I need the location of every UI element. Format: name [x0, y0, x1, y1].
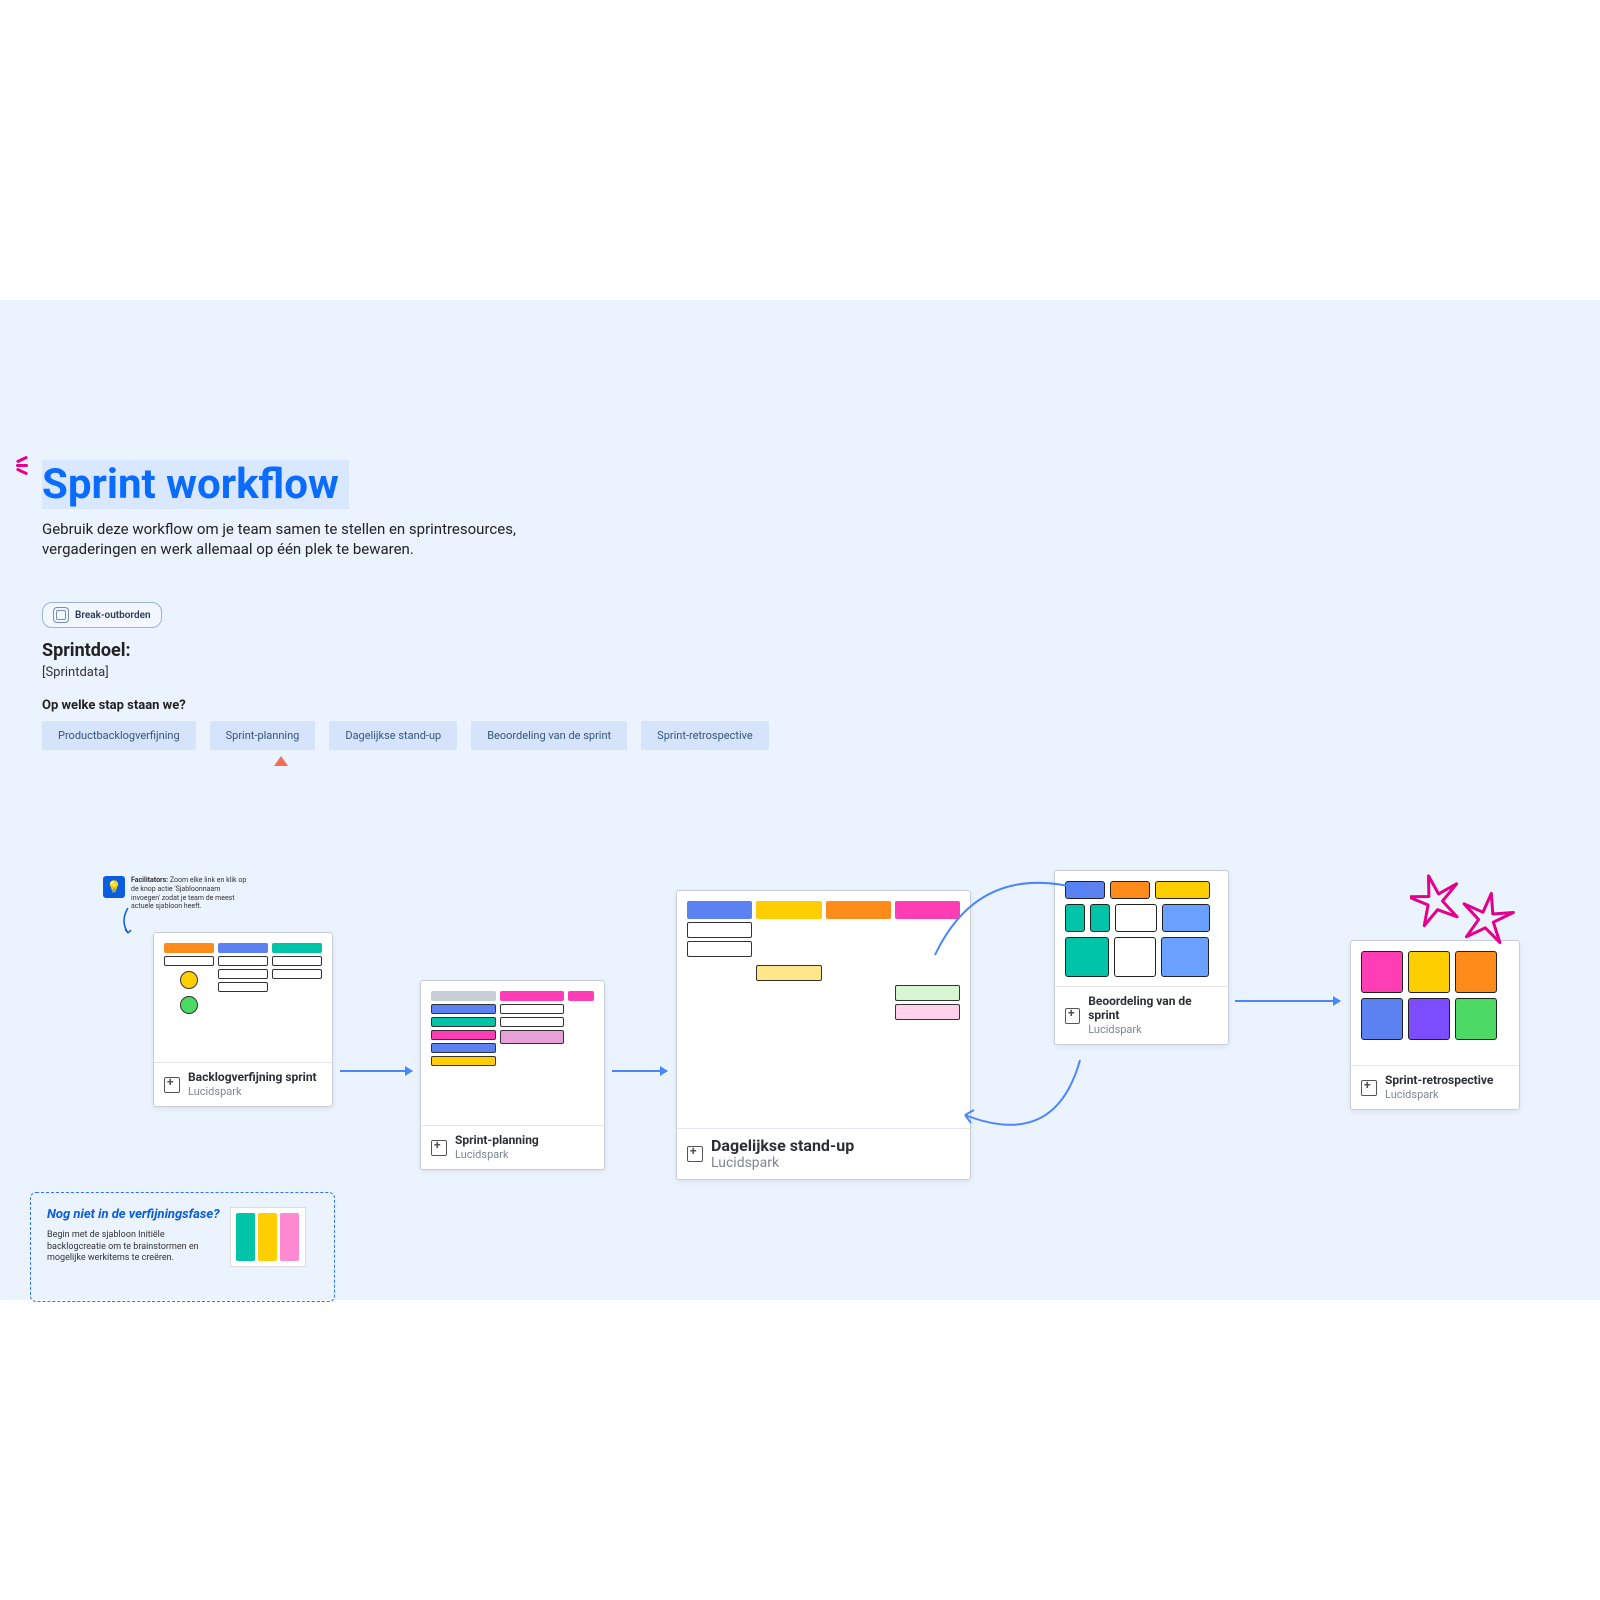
insert-template-icon	[687, 1146, 703, 1162]
arrow-planning-to-standup-icon	[612, 1070, 667, 1072]
title-accent-icon	[16, 455, 28, 476]
insert-template-icon	[431, 1140, 447, 1156]
page-title: Sprint workflow	[42, 460, 349, 509]
card-retro-name: Sprint-retrospective	[1385, 1074, 1493, 1088]
step-chip-standup[interactable]: Dagelijkse stand-up	[329, 721, 457, 750]
page-subtitle: Gebruik deze workflow om je team samen t…	[42, 519, 522, 560]
insert-template-icon	[1065, 1008, 1080, 1024]
step-heading: Op welke stap staan we?	[42, 698, 769, 713]
note-arrow-icon	[118, 906, 138, 936]
card-standup-name: Dagelijkse stand-up	[711, 1137, 854, 1155]
card-standup-vendor: Lucidspark	[711, 1155, 854, 1171]
card-planning[interactable]: Sprint-planning Lucidspark	[420, 980, 605, 1170]
side-box-title: Nog niet in de verfijningsfase?	[47, 1207, 220, 1222]
arrow-standup-to-review-icon	[920, 855, 1100, 975]
current-step-marker-icon	[274, 756, 288, 766]
lightbulb-icon: 💡	[103, 876, 125, 898]
card-backlog-vendor: Lucidspark	[188, 1085, 317, 1098]
step-chip-planning[interactable]: Sprint-planning	[210, 721, 316, 750]
card-retro-vendor: Lucidspark	[1385, 1088, 1493, 1101]
boards-icon	[53, 607, 69, 623]
card-backlog-thumb	[154, 933, 332, 1062]
breakout-label: Break-outborden	[75, 610, 151, 621]
side-box-mini-thumb	[230, 1207, 306, 1267]
workflow-canvas: Sprint workflow Gebruik deze workflow om…	[0, 300, 1600, 1300]
step-chip-row: Productbacklogverfijning Sprint-planning…	[42, 721, 769, 750]
not-refining-yet-box: Nog niet in de verfijningsfase? Begin me…	[30, 1192, 335, 1302]
sprint-goal-heading: Sprintdoel:	[42, 640, 131, 661]
insert-template-icon	[164, 1077, 180, 1093]
card-review-name: Beoordeling van de sprint	[1088, 995, 1218, 1023]
arrow-review-to-standup-icon	[955, 1055, 1095, 1165]
card-backlog-name: Backlogverfijning sprint	[188, 1071, 317, 1085]
arrow-backlog-to-planning-icon	[340, 1070, 412, 1072]
card-backlog[interactable]: Backlogverfijning sprint Lucidspark	[153, 932, 333, 1107]
card-retro-thumb	[1351, 941, 1519, 1065]
step-chip-backlog[interactable]: Productbacklogverfijning	[42, 721, 196, 750]
card-retro[interactable]: Sprint-retrospective Lucidspark	[1350, 940, 1520, 1110]
stars-icon	[1410, 870, 1520, 950]
step-chip-retro[interactable]: Sprint-retrospective	[641, 721, 769, 750]
arrow-review-to-retro-icon	[1235, 1000, 1340, 1002]
sprint-goal-value: [Sprintdata]	[42, 665, 131, 680]
card-planning-thumb	[421, 981, 604, 1125]
card-planning-name: Sprint-planning	[455, 1134, 539, 1148]
facilitator-note-bold: Facilitators:	[131, 876, 168, 884]
step-chip-review[interactable]: Beoordeling van de sprint	[471, 721, 627, 750]
card-planning-vendor: Lucidspark	[455, 1148, 539, 1161]
breakout-boards-button[interactable]: Break-outborden	[42, 602, 162, 628]
insert-template-icon	[1361, 1080, 1377, 1096]
card-review-vendor: Lucidspark	[1088, 1023, 1218, 1036]
side-box-body: Begin met de sjabloon Initiële backlogcr…	[47, 1230, 202, 1265]
